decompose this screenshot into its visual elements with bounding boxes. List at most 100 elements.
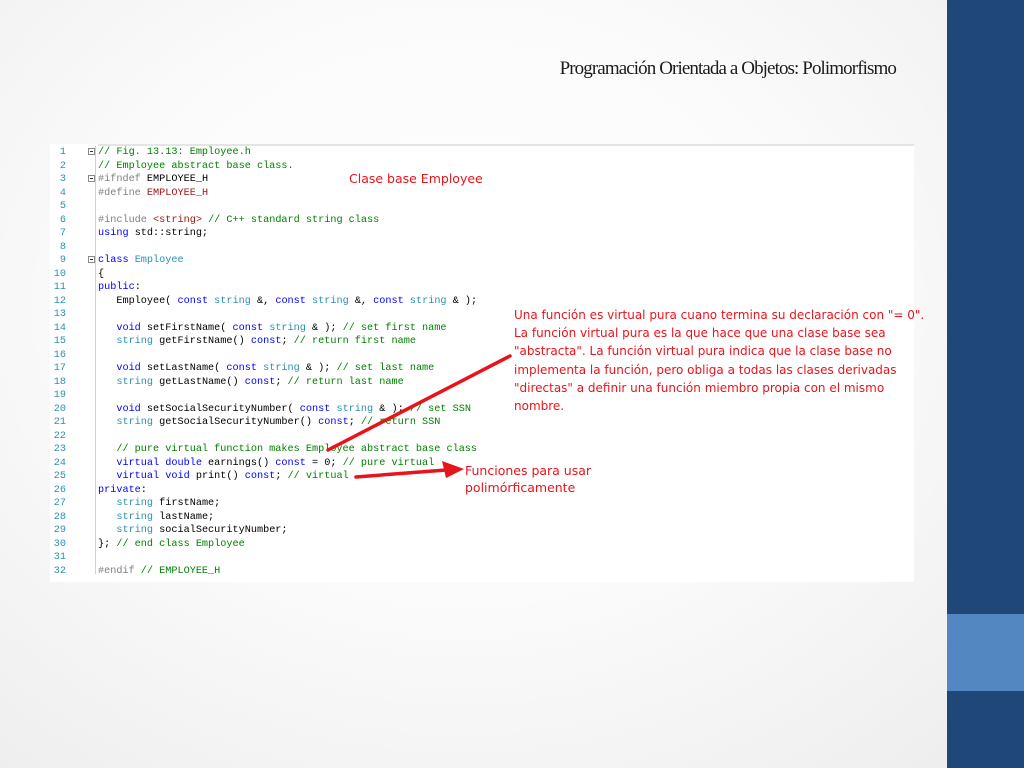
code-text: class Employee — [98, 254, 184, 268]
code-token: // return SSN — [360, 417, 441, 428]
line-number: 12 — [53, 295, 66, 307]
code-token: &, — [348, 295, 374, 307]
code-token: string — [336, 403, 374, 415]
line-number: 30 — [53, 538, 66, 550]
code-text: }; // end class Employee — [98, 538, 245, 552]
code-line: 28 string lastName; — [50, 511, 910, 525]
code-token: earnings() — [208, 457, 276, 469]
fold-toggle-icon[interactable] — [88, 256, 95, 263]
code-token: = 0; — [305, 457, 343, 469]
code-text: public: — [98, 281, 141, 295]
code-line: 4 #define EMPLOYEE_H — [50, 187, 910, 201]
code-token: string — [98, 498, 154, 509]
annotation-pure-virtual: Una función es virtual pura cuano termin… — [514, 308, 925, 414]
code-token: // Employee abstract base class. — [98, 160, 294, 172]
code-token: const — [373, 295, 410, 307]
code-token: setLastName( — [146, 363, 227, 374]
line-number: 26 — [53, 484, 66, 496]
code-token: // return first name — [293, 336, 416, 347]
line-number: 3 — [59, 174, 66, 185]
code-token: virtual void — [98, 471, 196, 482]
code-token: socialSecurityNumber; — [153, 525, 288, 536]
code-text: // pure virtual function makes Employee … — [98, 443, 477, 457]
line-number: 10 — [53, 268, 66, 280]
line-number: 22 — [53, 430, 66, 442]
line-number: 20 — [53, 403, 66, 415]
code-token: void — [98, 363, 147, 374]
line-number: 31 — [53, 552, 66, 563]
code-line: 9 class Employee — [50, 254, 910, 268]
code-line: 10 { — [50, 268, 910, 282]
code-line: 23 // pure virtual function makes Employ… — [50, 443, 910, 457]
annotation-base-class: Clase base Employee — [349, 171, 483, 186]
code-line: 8 — [50, 241, 910, 255]
code-line: 6 #include <string> // C++ standard strin… — [50, 214, 910, 228]
code-text: virtual double earnings() const = 0; // … — [98, 457, 434, 471]
code-token: : — [140, 484, 147, 496]
code-token: // EMPLOYEE_H — [140, 565, 221, 577]
code-token: string — [98, 376, 154, 388]
code-line: 1 // Fig. 13.13: Employee.h — [50, 146, 910, 160]
code-token: string — [269, 322, 306, 334]
code-line: 22 — [50, 430, 910, 444]
code-line: 30 }; // end class Employee — [50, 538, 910, 552]
code-token: & ); — [305, 322, 343, 334]
code-token: : — [134, 282, 141, 293]
code-token: std::string; — [134, 228, 209, 239]
code-token: <string> — [153, 214, 202, 226]
code-text: Employee( const string &, const string &… — [98, 295, 477, 309]
code-token: string — [214, 295, 251, 307]
code-token: const — [226, 363, 264, 374]
sidebar-accent-block — [947, 614, 1024, 691]
code-line: 7 using std::string; — [50, 227, 910, 241]
code-token: ; — [275, 376, 288, 388]
line-number: 1 — [59, 147, 66, 158]
code-token: #define — [98, 187, 147, 199]
code-token: const — [244, 376, 276, 388]
fold-toggle-icon[interactable] — [88, 148, 95, 155]
code-token: lastName; — [153, 511, 215, 523]
code-token: getSocialSecurityNumber() — [153, 417, 319, 428]
code-text: string firstName; — [98, 497, 220, 511]
code-text: // Fig. 13.13: Employee.h — [98, 146, 251, 160]
code-token: string — [409, 295, 447, 307]
code-line: 32 #endif // EMPLOYEE_H — [50, 565, 910, 579]
code-text: { — [98, 268, 104, 282]
code-token: EMPLOYEE_H — [146, 174, 209, 185]
line-number: 21 — [53, 417, 66, 428]
line-number: 13 — [53, 309, 66, 320]
line-number: 15 — [53, 336, 66, 347]
annotation-polymorphic: Funciones para usar polimórficamente — [465, 463, 592, 495]
code-line: 21 string getSocialSecurityNumber() cons… — [50, 416, 910, 430]
code-text: void setFirstName( const string & ); // … — [98, 322, 446, 336]
code-text: private: — [98, 484, 147, 498]
code-text: string getLastName() const; // return la… — [98, 376, 403, 390]
code-token: #include — [98, 214, 154, 226]
code-text: string lastName; — [98, 511, 214, 525]
code-token: // set SSN — [409, 403, 471, 415]
code-token: ; — [348, 417, 361, 428]
code-text: #endif // EMPLOYEE_H — [98, 565, 220, 579]
code-line: 29 string socialSecurityNumber; — [50, 524, 910, 538]
line-number: 29 — [53, 525, 66, 536]
line-number: 17 — [53, 363, 66, 374]
code-token: ; — [275, 471, 288, 482]
line-number: 4 — [59, 187, 66, 199]
line-number: 23 — [53, 444, 66, 455]
code-token: #endif — [98, 565, 141, 577]
line-number: 16 — [53, 349, 66, 361]
code-line: 11 public: — [50, 281, 910, 295]
line-number: 7 — [59, 228, 66, 239]
code-token: firstName; — [153, 498, 221, 509]
code-text: virtual void print() const; // virtual — [98, 470, 348, 484]
code-token: setFirstName( — [146, 322, 233, 334]
fold-toggle-icon[interactable] — [88, 175, 95, 182]
code-token: string — [98, 417, 154, 428]
code-token: // C++ standard string class — [201, 214, 380, 226]
code-text: void setSocialSecurityNumber( const stri… — [98, 403, 471, 417]
code-token: }; — [98, 538, 117, 550]
code-token: const — [275, 295, 313, 307]
code-token: void — [98, 322, 147, 334]
code-token: string — [263, 363, 300, 374]
code-text: string socialSecurityNumber; — [98, 524, 288, 538]
